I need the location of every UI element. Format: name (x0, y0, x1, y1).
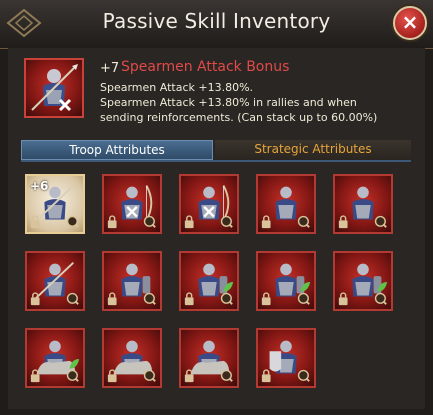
skill-description-line-3: sending reinforcements. (Can stack up to… (100, 111, 378, 124)
infantry-icon (261, 186, 310, 229)
skill-description-line-2: Spearmen Attack +13.80% in rallies and w… (100, 96, 357, 109)
magnifier-icon (66, 292, 79, 305)
cavalry-icon (30, 340, 80, 383)
lock-icon (30, 292, 40, 306)
lock-icon (107, 369, 117, 383)
lock-icon (338, 215, 348, 229)
spearman-icon (31, 64, 78, 112)
skill-level: +7 (100, 61, 120, 76)
skill-slot[interactable] (25, 251, 85, 311)
skill-slot[interactable] (256, 174, 316, 234)
skill-slot[interactable] (179, 251, 239, 311)
title-bar: Passive Skill Inventory × (0, 0, 433, 49)
archer-icon (107, 185, 156, 229)
lock-icon (184, 215, 194, 229)
magnifier-icon (220, 369, 233, 382)
close-button[interactable]: × (393, 6, 427, 40)
magnifier-icon (66, 215, 79, 228)
lock-icon (30, 215, 40, 229)
spearman-icon (30, 261, 79, 306)
magnifier-icon (220, 292, 233, 305)
magnifier-icon (143, 292, 156, 305)
cavalry-icon (107, 340, 156, 383)
infantry-icon (338, 186, 387, 229)
skill-slot[interactable] (179, 328, 239, 388)
shield-knight-icon (261, 340, 310, 383)
lock-icon (107, 292, 117, 306)
knight-icon (338, 263, 388, 306)
window-title: Passive Skill Inventory (102, 9, 331, 33)
knight-icon (184, 263, 234, 306)
passive-skill-window: Passive Skill Inventory × +7 Spearmen At… (0, 0, 433, 415)
lock-icon (261, 292, 271, 306)
magnifier-icon (297, 369, 310, 382)
magnifier-icon (143, 215, 156, 228)
magnifier-icon (297, 292, 310, 305)
skill-slot[interactable] (102, 328, 162, 388)
lock-icon (261, 215, 271, 229)
skill-slot[interactable] (102, 251, 162, 311)
magnifier-icon (374, 215, 387, 228)
lock-icon (107, 215, 117, 229)
skill-name: Spearmen Attack Bonus (121, 59, 290, 75)
attribute-tabs: Troop Attributes Strategic Attributes (21, 140, 411, 160)
lock-icon (261, 369, 271, 383)
skill-slot[interactable] (333, 251, 393, 311)
magnifier-icon (143, 369, 156, 382)
skill-slot[interactable] (256, 251, 316, 311)
magnifier-icon (374, 292, 387, 305)
skill-slot[interactable] (25, 328, 85, 388)
magnifier-icon (220, 215, 233, 228)
lock-icon (338, 292, 348, 306)
cavalry-icon (184, 340, 233, 383)
slot-level: +6 (30, 179, 49, 193)
selected-skill-icon (24, 58, 84, 118)
tab-troop-attributes[interactable]: Troop Attributes (21, 140, 213, 160)
lock-icon (184, 369, 194, 383)
knight-icon (261, 263, 311, 306)
skill-slot[interactable] (102, 174, 162, 234)
skill-slot[interactable] (333, 174, 393, 234)
lock-icon (30, 369, 40, 383)
skill-slot[interactable]: +6 (25, 174, 85, 234)
skill-slot[interactable] (179, 174, 239, 234)
tab-underline (21, 160, 411, 162)
lock-icon (184, 292, 194, 306)
magnifier-icon (66, 369, 79, 382)
skill-slot[interactable] (256, 328, 316, 388)
archer-icon (184, 185, 233, 229)
skill-description-line-1: Spearmen Attack +13.80%. (100, 81, 254, 94)
magnifier-icon (297, 215, 310, 228)
knight-icon (107, 263, 156, 306)
tab-strategic-attributes[interactable]: Strategic Attributes (215, 140, 411, 160)
